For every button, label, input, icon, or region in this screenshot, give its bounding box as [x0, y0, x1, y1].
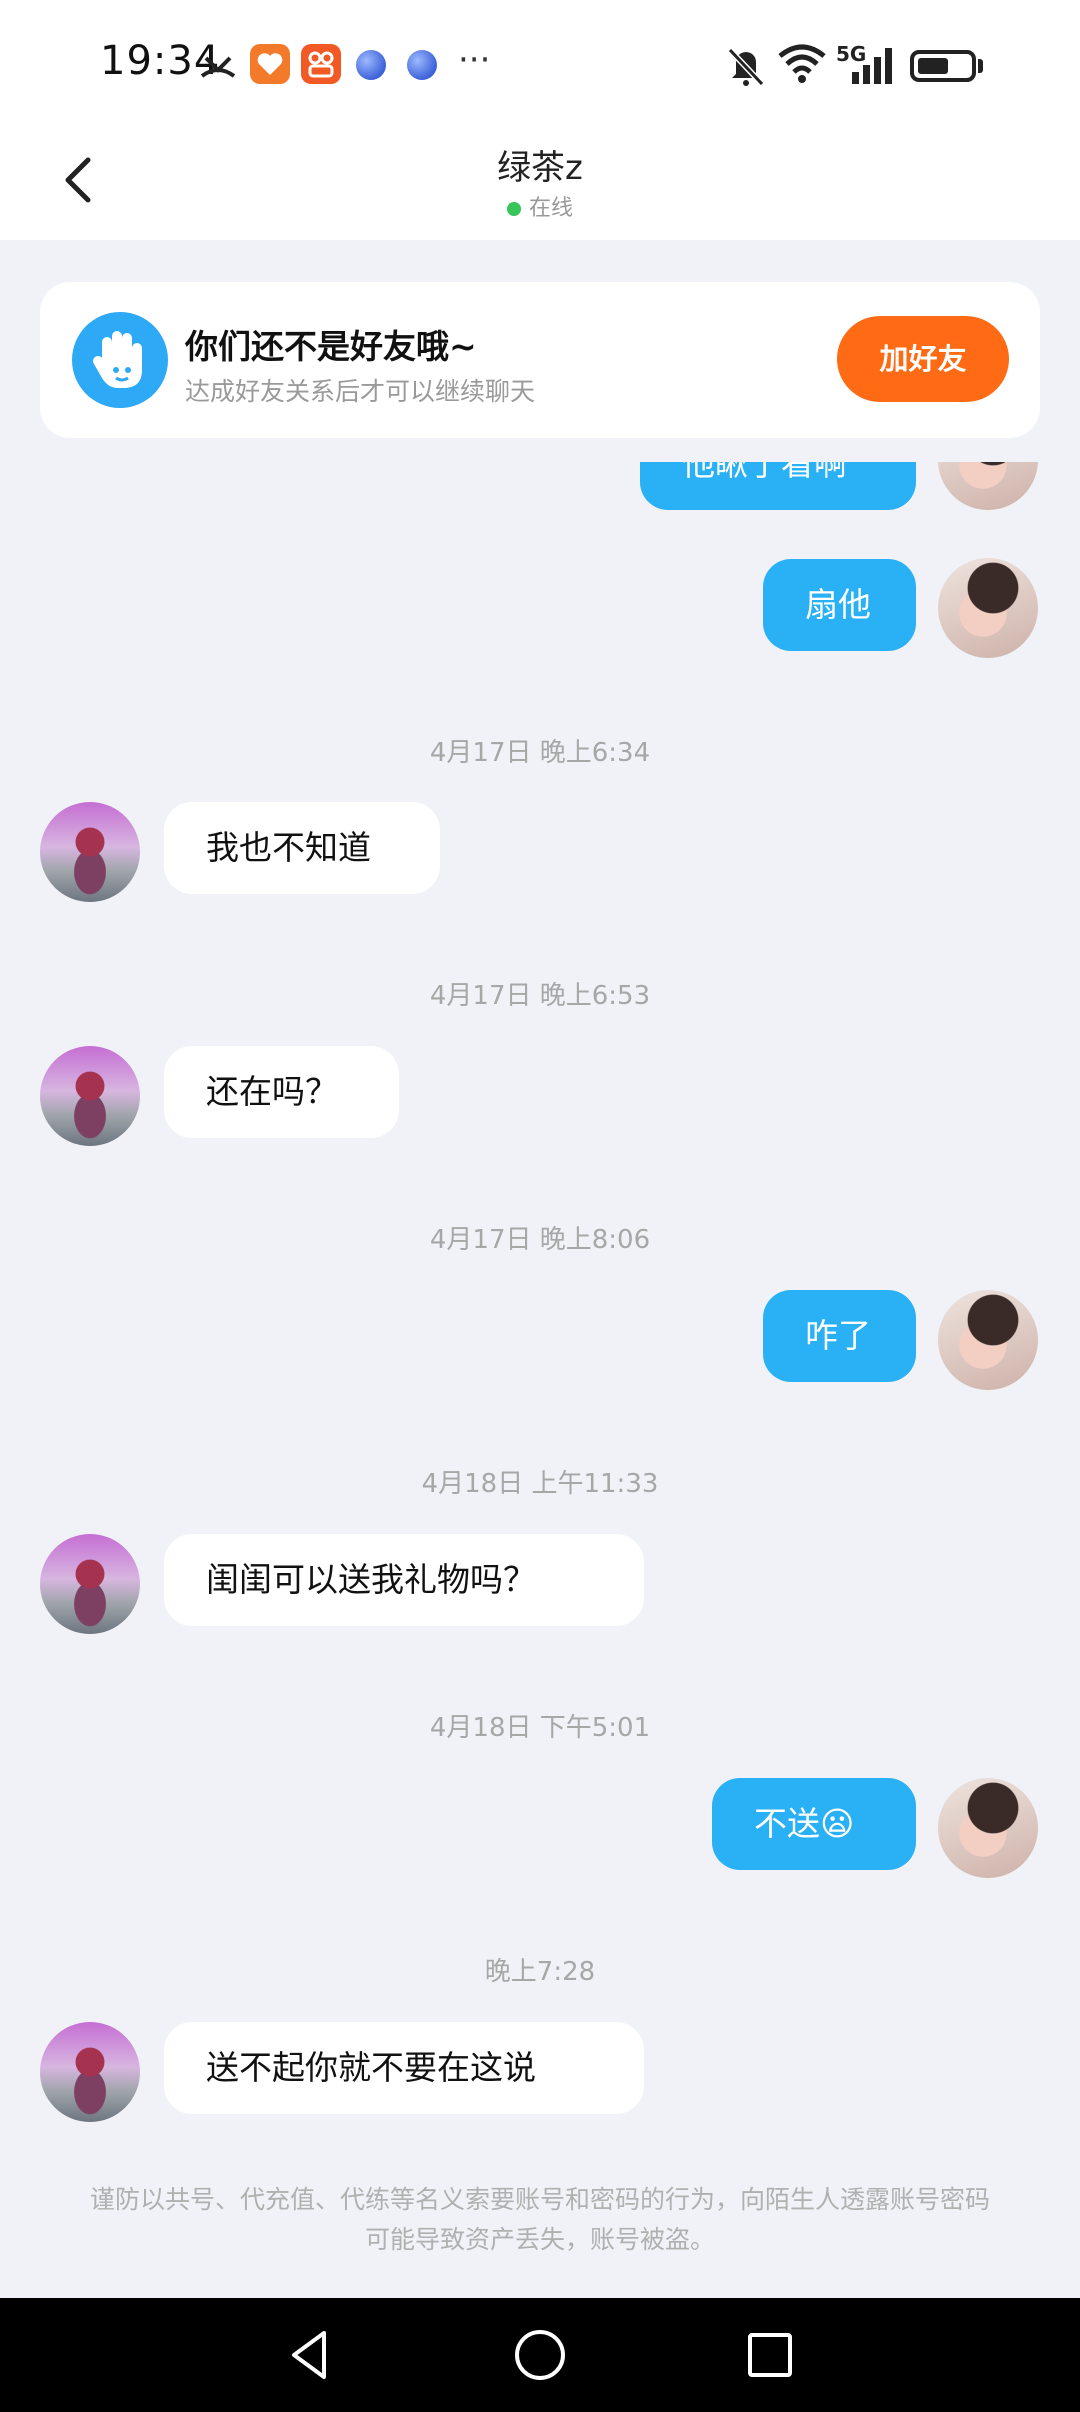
online-status-text: 在线 [528, 196, 573, 221]
message-bubble-outgoing[interactable]: 不送😦 [712, 1778, 916, 1870]
message-bubble-incoming[interactable]: 还在吗？ [164, 1046, 399, 1138]
more-icon: ··· [458, 40, 491, 80]
missed-call-icon [200, 56, 236, 78]
message-timestamp: 4月17日 晚上6:34 [429, 738, 651, 768]
add-friend-button[interactable]: 加好友 [837, 316, 1009, 402]
online-dot-icon [506, 202, 521, 216]
mute-icon [727, 47, 765, 87]
battery-icon [910, 50, 976, 82]
system-navigation-bar [0, 2298, 1080, 2412]
message-timestamp: 4月17日 晚上8:06 [429, 1225, 651, 1255]
nav-recents-icon[interactable] [740, 2325, 800, 2385]
contact-avatar[interactable] [40, 1534, 140, 1634]
chat-header: 绿茶z 在线 [0, 120, 1080, 240]
message-timestamp: 晚上7:28 [484, 1957, 596, 1987]
message-bubble-outgoing[interactable]: 扇他 [763, 559, 916, 651]
bubble-app-icon-2 [407, 50, 437, 80]
safety-notice: 谨防以共号、代充值、代练等名义索要账号和密码的行为，向陌生人透露账号密码可能导致… [89, 2185, 990, 2254]
message-bubble-incoming[interactable]: 送不起你就不要在这说 [164, 2022, 644, 2114]
my-avatar[interactable] [938, 1778, 1038, 1878]
signal-icon [852, 48, 892, 84]
friend-request-card: 你们还不是好友哦~ 达成好友关系后才可以继续聊天 加好友 [40, 282, 1040, 438]
message-timestamp: 4月18日 上午11:33 [421, 1469, 659, 1499]
message-timestamp: 4月18日 下午5:01 [429, 1713, 651, 1743]
wifi-icon [778, 44, 826, 83]
my-avatar[interactable] [938, 1290, 1038, 1390]
my-avatar[interactable] [938, 462, 1038, 510]
nav-home-icon[interactable] [510, 2325, 570, 2385]
nav-back-icon[interactable] [280, 2325, 340, 2385]
contact-avatar[interactable] [40, 1046, 140, 1146]
app-icon-orange [250, 44, 290, 84]
friend-card-subtitle: 达成好友关系后才可以继续聊天 [185, 377, 536, 406]
battery-tip [978, 59, 983, 73]
message-bubble-incoming[interactable]: 闺闺可以送我礼物吗？ [164, 1534, 644, 1626]
status-bar: 19:34 ··· 5G [0, 0, 1080, 120]
app-icon-orange-2 [301, 44, 341, 84]
my-avatar[interactable] [938, 558, 1038, 658]
bubble-app-icon [356, 50, 386, 80]
message-list[interactable]: 他瞅了看啊 扇他 4月17日 晚上6:34 我也不知道 4月17日 晚上6:53… [0, 462, 1080, 2262]
online-status: 在线 [0, 190, 1080, 222]
contact-avatar[interactable] [40, 2022, 140, 2122]
hand-wave-icon [72, 312, 168, 408]
friend-card-title: 你们还不是好友哦~ [185, 327, 477, 366]
contact-name: 绿茶z [497, 148, 583, 188]
message-timestamp: 4月17日 晚上6:53 [429, 981, 651, 1011]
message-bubble-outgoing[interactable]: 他瞅了看啊 [640, 462, 916, 510]
message-bubble-outgoing[interactable]: 咋了 [763, 1290, 916, 1382]
message-bubble-incoming[interactable]: 我也不知道 [164, 802, 440, 894]
contact-avatar[interactable] [40, 802, 140, 902]
